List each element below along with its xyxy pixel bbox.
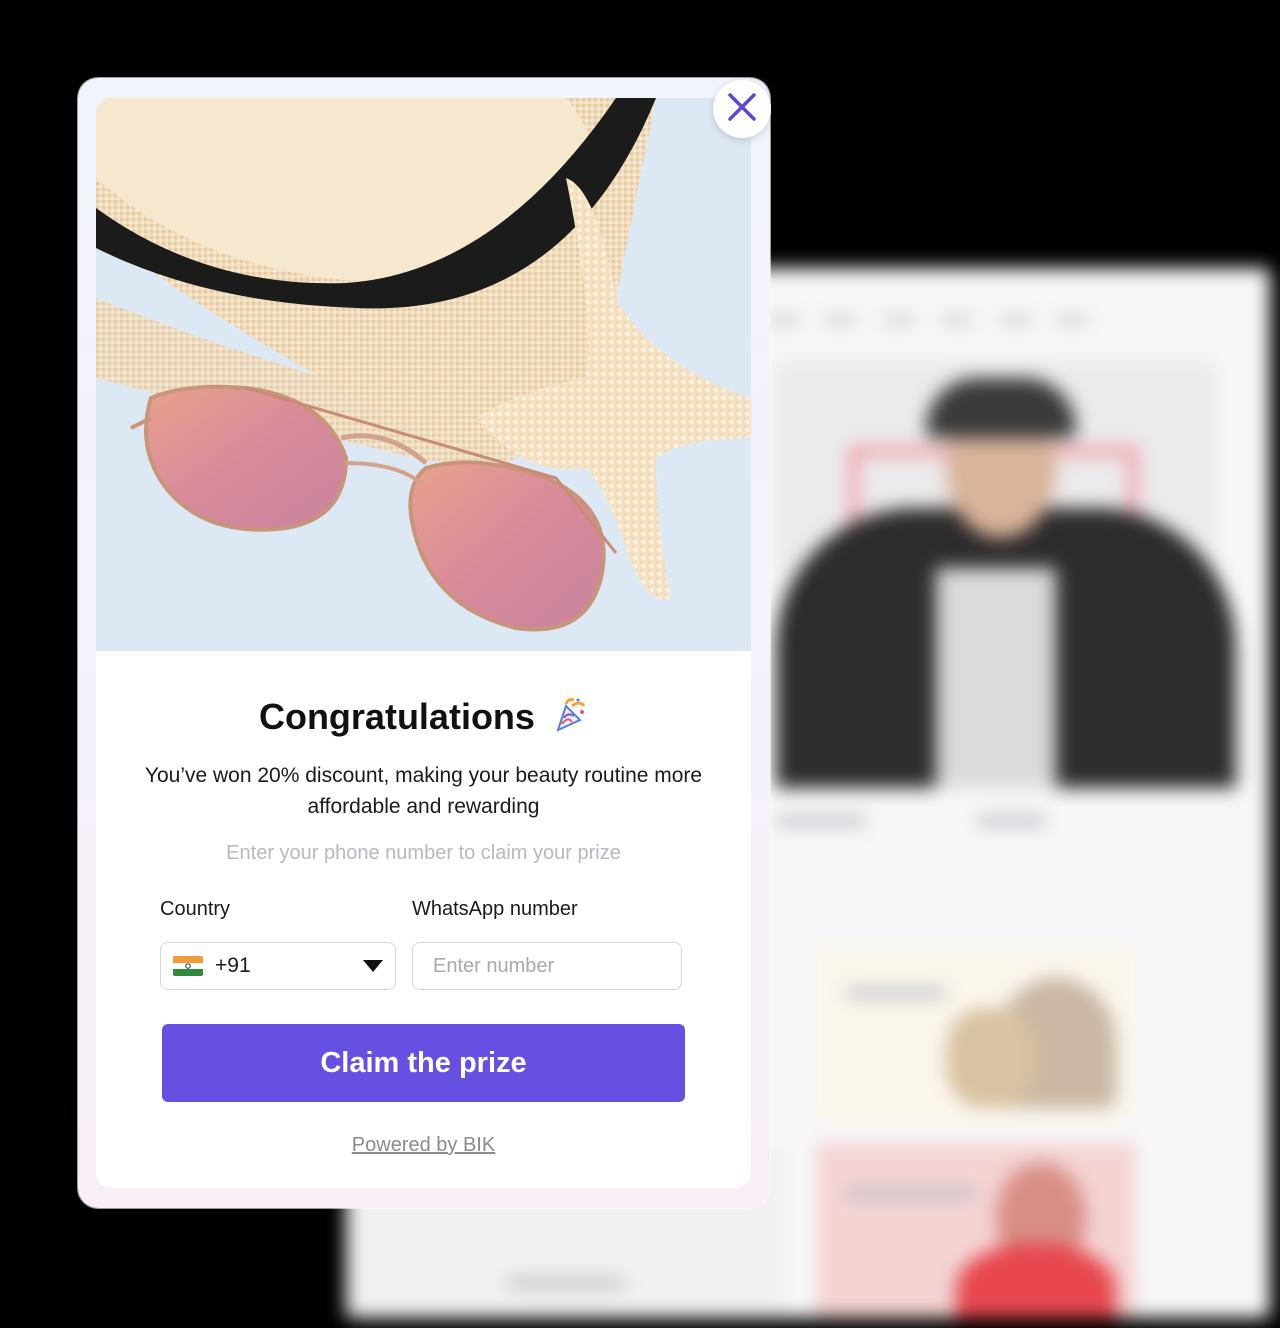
whatsapp-label: WhatsApp number — [412, 898, 578, 920]
background-nav — [766, 316, 1186, 330]
popup-title: Congratulations — [258, 696, 535, 737]
background-promo-card — [816, 1143, 1136, 1318]
country-label: Country — [160, 898, 231, 920]
close-button[interactable] — [713, 80, 771, 138]
hero-image — [96, 98, 751, 651]
popup-subtitle: You’ve won 20% discount, making your bea… — [144, 764, 703, 818]
title-row: Congratulations — [96, 696, 751, 738]
country-code-select[interactable]: +91 — [160, 942, 396, 990]
background-text — [776, 816, 866, 826]
background-model-shirt — [936, 568, 1056, 788]
background-text — [976, 816, 1046, 826]
india-flag-icon — [173, 956, 203, 976]
country-code-value: +91 — [215, 954, 251, 977]
dropdown-caret-icon — [363, 957, 383, 976]
claim-prize-button[interactable]: Claim the prize — [162, 1024, 685, 1102]
claim-hint: Enter your phone number to claim your pr… — [226, 842, 621, 864]
whatsapp-number-input[interactable] — [412, 942, 682, 990]
background-promo-card — [816, 948, 1136, 1123]
powered-by-link[interactable]: Powered by BIK — [96, 1134, 751, 1157]
close-icon — [727, 92, 757, 126]
discount-popup: Congratulations You’ve won 20% discount,… — [78, 78, 770, 1208]
confetti-icon — [550, 696, 588, 738]
popup-card: Congratulations You’ve won 20% discount,… — [96, 98, 751, 1188]
background-model-hat — [926, 378, 1076, 438]
